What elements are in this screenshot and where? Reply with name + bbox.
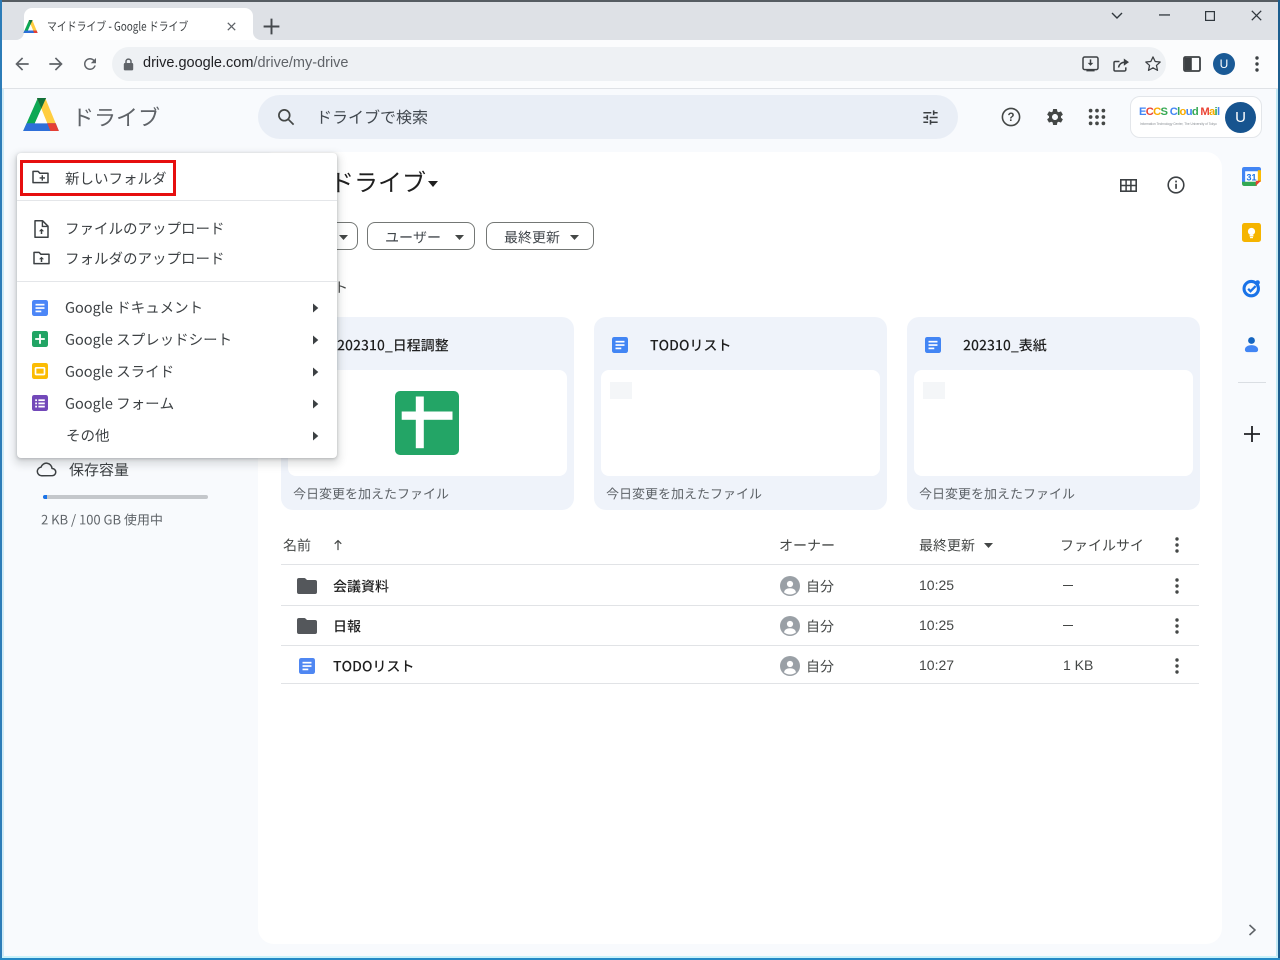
svg-text:?: ?	[1007, 112, 1014, 124]
svg-text:31: 31	[1247, 172, 1257, 182]
